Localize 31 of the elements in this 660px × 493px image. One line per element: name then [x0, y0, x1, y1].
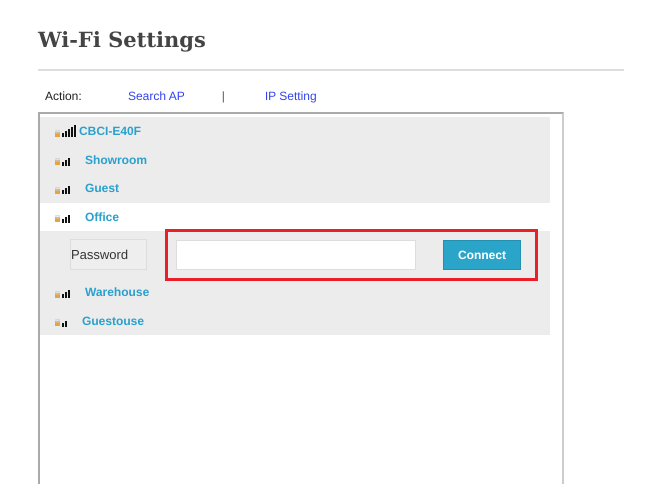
lock-icon [55, 130, 60, 137]
action-link[interactable]: IP Setting [264, 87, 317, 105]
network-row[interactable]: Warehouse [40, 278, 550, 306]
signal-icon [62, 290, 70, 298]
network-row[interactable]: CBCI-E40F [40, 117, 550, 146]
network-row[interactable]: Guestouse [40, 306, 550, 335]
lock-icon [55, 290, 60, 298]
password-field[interactable] [176, 240, 416, 270]
network-row[interactable]: Guest [40, 174, 550, 202]
signal-icon [62, 214, 70, 223]
network-name: Office [85, 208, 120, 226]
signal-icon [62, 320, 67, 327]
signal-icon [62, 158, 70, 166]
lock-icon [55, 158, 60, 166]
password-label: Password [70, 239, 147, 270]
network-name: Guestouse [82, 312, 144, 330]
lock-icon [55, 186, 60, 194]
page-title: Wi-Fi Settings [38, 26, 207, 54]
action-label: Action: [45, 88, 83, 105]
network-name: Warehouse [85, 284, 150, 302]
signal-icon [62, 125, 76, 138]
network-name: Showroom [85, 152, 147, 169]
network-name: CBCI-E40F [79, 123, 142, 140]
connect-button[interactable]: Connect [443, 240, 521, 270]
network-name: Guest [85, 180, 120, 198]
separator: | [222, 88, 225, 105]
action-link[interactable]: Search AP [128, 87, 185, 105]
signal-icon [62, 186, 70, 194]
lock-icon [55, 319, 60, 326]
network-row[interactable]: Showroom [40, 146, 550, 174]
lock-icon [55, 215, 60, 222]
